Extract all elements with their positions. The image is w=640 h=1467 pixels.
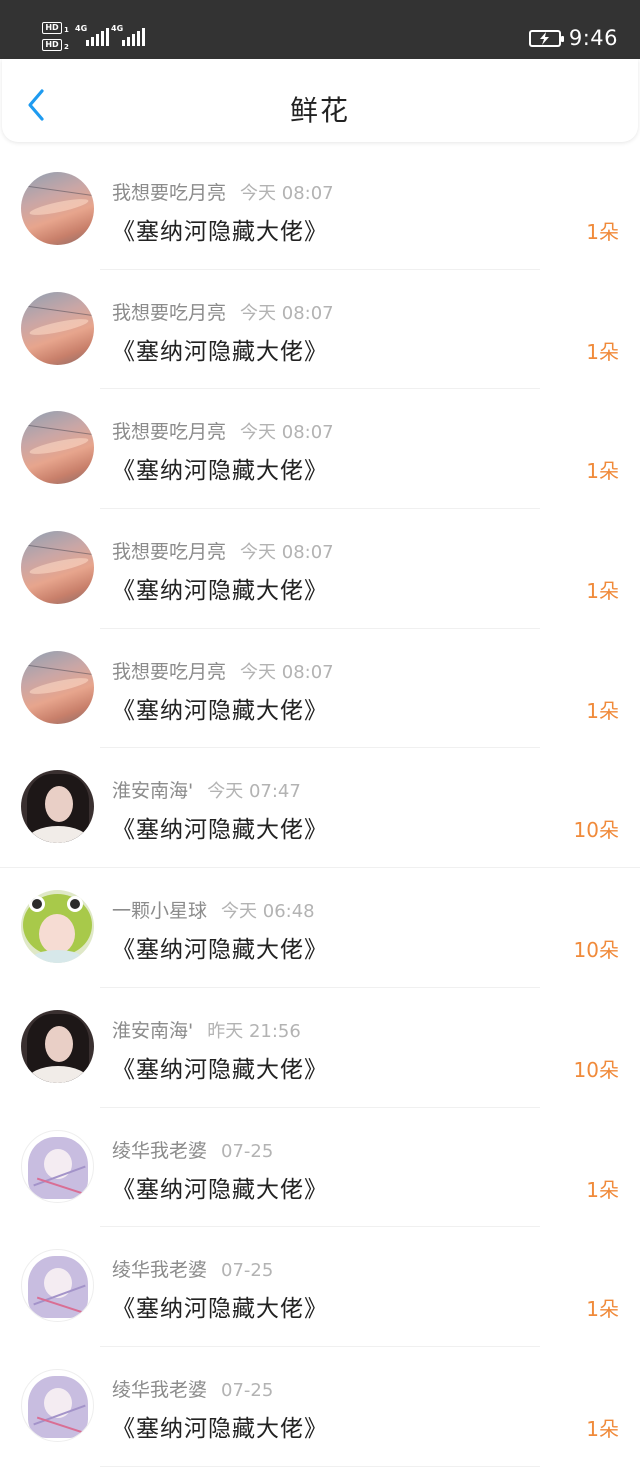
user-name[interactable]: 我想要吃月亮 — [112, 661, 226, 683]
app-header: 鲜花 — [2, 59, 638, 142]
book-title[interactable]: 《塞纳河隐藏大佬》 — [112, 810, 328, 844]
list-item[interactable]: 我想要吃月亮 今天 08:07 《塞纳河隐藏大佬》 1朵 — [0, 270, 640, 390]
user-name[interactable]: 绫华我老婆 — [112, 1379, 207, 1401]
list-item[interactable]: 淮安南海' 今天 07:47 《塞纳河隐藏大佬》 10朵 — [0, 748, 640, 869]
book-title[interactable]: 《塞纳河隐藏大佬》 — [112, 1170, 328, 1204]
page-title: 鲜花 — [289, 94, 350, 127]
flower-list: 我想要吃月亮 今天 08:07 《塞纳河隐藏大佬》 1朵 我想要吃月亮 今天 08:07 《… — [0, 150, 640, 1467]
book-title[interactable]: 《塞纳河隐藏大佬》 — [112, 451, 328, 485]
flower-count: 10朵 — [573, 1057, 619, 1082]
timestamp: 今天 08:07 — [240, 661, 334, 683]
item-meta: 淮安南海' 昨天 21:56 — [112, 1016, 301, 1042]
user-name[interactable]: 淮安南海' — [112, 1020, 193, 1042]
list-item[interactable]: 淮安南海' 昨天 21:56 《塞纳河隐藏大佬》 10朵 — [0, 988, 640, 1108]
user-name[interactable]: 我想要吃月亮 — [112, 421, 226, 443]
flower-count: 1朵 — [586, 1297, 619, 1322]
avatar[interactable] — [21, 531, 94, 605]
list-item[interactable]: 一颗小星球 今天 06:48 《塞纳河隐藏大佬》 10朵 — [0, 868, 640, 988]
book-title[interactable]: 《塞纳河隐藏大佬》 — [112, 332, 328, 366]
book-title[interactable]: 《塞纳河隐藏大佬》 — [112, 1409, 328, 1443]
signal-indicators: HD 1 HD 2 4G 4G — [42, 22, 152, 54]
user-name[interactable]: 绫华我老婆 — [112, 1140, 207, 1162]
user-name[interactable]: 我想要吃月亮 — [112, 182, 226, 204]
item-meta: 我想要吃月亮 今天 08:07 — [112, 417, 334, 443]
list-item[interactable]: 绫华我老婆 07-25 《塞纳河隐藏大佬》 1朵 — [0, 1347, 640, 1467]
flower-count: 1朵 — [586, 698, 619, 723]
flower-count: 1朵 — [586, 579, 619, 604]
hd-badge-2: HD — [42, 39, 62, 51]
timestamp: 昨天 21:56 — [207, 1020, 301, 1042]
hd-badge-1: HD — [42, 22, 62, 34]
timestamp: 今天 08:07 — [240, 422, 334, 444]
avatar[interactable] — [21, 411, 94, 485]
list-item[interactable]: 我想要吃月亮 今天 08:07 《塞纳河隐藏大佬》 1朵 — [0, 509, 640, 629]
clock: 9:46 — [568, 26, 618, 50]
avatar[interactable] — [21, 650, 94, 724]
divider — [100, 1465, 540, 1467]
book-title[interactable]: 《塞纳河隐藏大佬》 — [112, 1050, 328, 1084]
timestamp: 今天 08:07 — [240, 183, 334, 204]
item-meta: 一颗小星球 今天 06:48 — [112, 896, 315, 922]
avatar[interactable] — [21, 890, 94, 964]
flower-count: 10朵 — [573, 818, 619, 843]
avatar[interactable] — [21, 1249, 94, 1323]
item-meta: 我想要吃月亮 今天 08:07 — [112, 657, 334, 683]
book-title[interactable]: 《塞纳河隐藏大佬》 — [112, 1289, 328, 1323]
item-meta: 绫华我老婆 07-25 — [112, 1136, 273, 1162]
user-name[interactable]: 我想要吃月亮 — [112, 541, 226, 563]
user-name[interactable]: 绫华我老婆 — [112, 1259, 207, 1281]
timestamp: 07-25 — [221, 1260, 274, 1282]
book-title[interactable]: 《塞纳河隐藏大佬》 — [112, 930, 328, 964]
user-name[interactable]: 淮安南海' — [112, 780, 193, 802]
avatar[interactable] — [21, 172, 94, 245]
list-item[interactable]: 绫华我老婆 07-25 《塞纳河隐藏大佬》 1朵 — [0, 1108, 640, 1228]
avatar[interactable] — [21, 291, 94, 365]
list-item[interactable]: 绫华我老婆 07-25 《塞纳河隐藏大佬》 1朵 — [0, 1227, 640, 1347]
signal-bars-2-icon — [122, 28, 145, 46]
timestamp: 今天 08:07 — [240, 542, 334, 564]
user-name[interactable]: 我想要吃月亮 — [112, 302, 226, 324]
timestamp: 07-25 — [221, 1379, 274, 1401]
list-item[interactable]: 我想要吃月亮 今天 08:07 《塞纳河隐藏大佬》 1朵 — [0, 629, 640, 749]
item-meta: 绫华我老婆 07-25 — [112, 1375, 273, 1401]
flower-count: 1朵 — [586, 459, 619, 484]
flower-count: 1朵 — [586, 1416, 619, 1441]
flower-count: 1朵 — [586, 220, 619, 244]
avatar[interactable] — [21, 1009, 94, 1083]
timestamp: 今天 07:47 — [207, 781, 301, 803]
list-item[interactable]: 我想要吃月亮 今天 08:07 《塞纳河隐藏大佬》 1朵 — [0, 150, 640, 270]
avatar[interactable] — [21, 770, 94, 844]
flower-count: 10朵 — [573, 938, 619, 963]
book-title[interactable]: 《塞纳河隐藏大佬》 — [112, 571, 328, 605]
status-bar: HD 1 HD 2 4G 4G 9:46 — [0, 0, 640, 59]
status-right: 9:46 — [528, 26, 618, 50]
item-meta: 淮安南海' 今天 07:47 — [112, 776, 301, 802]
book-title[interactable]: 《塞纳河隐藏大佬》 — [112, 691, 328, 725]
user-name[interactable]: 一颗小星球 — [112, 900, 207, 922]
signal-bars-1-icon — [86, 28, 109, 46]
avatar[interactable] — [21, 1129, 94, 1203]
item-meta: 我想要吃月亮 今天 08:07 — [112, 298, 334, 324]
flower-count: 1朵 — [586, 1177, 619, 1202]
item-meta: 我想要吃月亮 今天 08:07 — [112, 178, 334, 204]
avatar[interactable] — [21, 1368, 94, 1442]
timestamp: 07-25 — [221, 1140, 274, 1162]
timestamp: 今天 06:48 — [221, 901, 315, 923]
sim-number-2: 2 — [64, 43, 69, 51]
book-title[interactable]: 《塞纳河隐藏大佬》 — [112, 212, 328, 246]
flower-count: 1朵 — [586, 339, 619, 364]
sim-number-1: 1 — [64, 26, 69, 34]
battery-charging-icon — [528, 29, 564, 47]
list-item[interactable]: 我想要吃月亮 今天 08:07 《塞纳河隐藏大佬》 1朵 — [0, 389, 640, 510]
item-meta: 我想要吃月亮 今天 08:07 — [112, 537, 334, 563]
timestamp: 今天 08:07 — [240, 302, 334, 324]
item-meta: 绫华我老婆 07-25 — [112, 1255, 273, 1281]
